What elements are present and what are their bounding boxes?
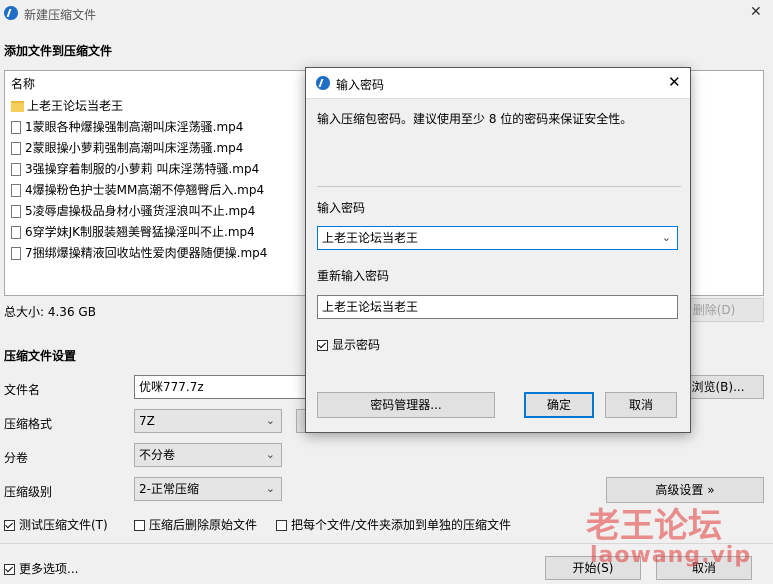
format-select-value: 7Z <box>139 414 155 428</box>
show-password-label: 显示密码 <box>332 338 381 352</box>
list-item[interactable]: 3强操穿着制服的小萝莉 叫床淫荡特骚.mp4 <box>11 159 259 179</box>
list-item-label: 3强操穿着制服的小萝莉 叫床淫荡特骚.mp4 <box>25 162 260 176</box>
file-icon <box>11 163 21 176</box>
list-item-label: 7捆绑爆操精液回收站性爱肉便器随便操.mp4 <box>25 246 268 260</box>
password-manager-button[interactable]: 密码管理器... <box>317 392 495 418</box>
file-icon <box>11 142 21 155</box>
list-item-label: 上老王论坛当老王 <box>27 99 124 113</box>
ok-button[interactable]: 确定 <box>524 392 594 418</box>
list-item[interactable]: 2蒙眼操小萝莉强制高潮叫床淫荡骚.mp4 <box>11 138 243 158</box>
more-options[interactable]: 更多选项... <box>4 560 78 577</box>
watermark-url: laowang.vip <box>590 543 752 568</box>
level-select-value: 2-正常压缩 <box>139 482 199 496</box>
filename-input[interactable]: 优咪777.7z <box>134 375 306 399</box>
divider <box>317 186 681 187</box>
delete-after-label: 压缩后删除原始文件 <box>149 518 258 532</box>
dialog-cancel-button[interactable]: 取消 <box>605 392 677 418</box>
password-dialog: 输入密码 ✕ 输入压缩包密码。建议使用至少 8 位的密码来保证安全性。 输入密码… <box>305 67 691 433</box>
app-logo-icon <box>4 6 18 20</box>
separate-archives-option[interactable]: 把每个文件/文件夹添加到单独的压缩文件 <box>276 516 511 533</box>
file-icon <box>11 205 21 218</box>
reenter-password-input[interactable]: 上老王论坛当老王 <box>317 295 678 319</box>
password-label: 输入密码 <box>317 201 366 215</box>
watermark-text: 老王论坛 <box>586 506 722 546</box>
separate-archives-label: 把每个文件/文件夹添加到单独的压缩文件 <box>291 518 512 532</box>
list-item[interactable]: 6穿学妹JK制服装翘美臀猛操淫叫不止.mp4 <box>11 222 255 242</box>
list-item[interactable]: 4爆操粉色护士装MM高潮不停翘臀后入.mp4 <box>11 180 264 200</box>
add-files-section-title: 添加文件到压缩文件 <box>4 44 113 58</box>
checkbox-checked-icon[interactable] <box>4 520 15 531</box>
filename-label: 文件名 <box>4 383 41 397</box>
file-icon <box>11 184 21 197</box>
dialog-title: 输入密码 <box>336 78 385 92</box>
settings-section-title: 压缩文件设置 <box>4 349 77 363</box>
checkbox-checked-icon[interactable] <box>4 564 15 575</box>
list-item[interactable]: 5凌辱虐操极品身材小骚货淫浪叫不止.mp4 <box>11 201 255 221</box>
checkbox-icon[interactable] <box>134 520 145 531</box>
password-input-value: 上老王论坛当老王 <box>322 231 419 245</box>
name-column-header[interactable]: 名称 <box>11 75 35 92</box>
level-select[interactable]: 2-正常压缩 ⌄ <box>134 477 282 501</box>
level-label: 压缩级别 <box>4 485 53 499</box>
volume-select[interactable]: 不分卷 ⌄ <box>134 443 282 467</box>
show-password-option[interactable]: 显示密码 <box>317 336 380 353</box>
chevron-down-icon: ⌄ <box>265 414 275 427</box>
checkbox-icon[interactable] <box>276 520 287 531</box>
list-item-label: 2蒙眼操小萝莉强制高潮叫床淫荡骚.mp4 <box>25 141 244 155</box>
dialog-title-bar: 输入密码 ✕ <box>306 68 690 99</box>
password-input[interactable]: 上老王论坛当老王 ⌄ <box>317 226 678 250</box>
title-bar: 新建压缩文件 ✕ <box>0 0 773 28</box>
volume-label: 分卷 <box>4 451 29 465</box>
chevron-down-icon: ⌄ <box>265 448 275 461</box>
file-icon <box>11 247 21 260</box>
list-item[interactable]: 7捆绑爆操精液回收站性爱肉便器随便操.mp4 <box>11 243 267 263</box>
list-item-label: 6穿学妹JK制服装翘美臀猛操淫叫不止.mp4 <box>25 225 255 239</box>
chevron-down-icon[interactable]: ⌄ <box>662 227 671 249</box>
delete-after-option[interactable]: 压缩后删除原始文件 <box>134 516 257 533</box>
total-size: 总大小: 4.36 GB <box>4 305 96 319</box>
list-item-label: 1蒙眼各种爆操强制高潮叫床淫荡骚.mp4 <box>25 120 244 134</box>
volume-select-value: 不分卷 <box>139 448 176 462</box>
reenter-password-label: 重新输入密码 <box>317 269 390 283</box>
more-options-label: 更多选项... <box>19 562 79 576</box>
chevron-down-icon: ⌄ <box>265 482 275 495</box>
window-close-icon[interactable]: ✕ <box>750 4 762 20</box>
list-item-folder[interactable]: 上老王论坛当老王 <box>11 96 123 116</box>
test-archive-option[interactable]: 测试压缩文件(T) <box>4 516 108 533</box>
list-item[interactable]: 1蒙眼各种爆操强制高潮叫床淫荡骚.mp4 <box>11 117 243 137</box>
list-item-label: 4爆操粉色护士装MM高潮不停翘臀后入.mp4 <box>25 183 265 197</box>
format-label: 压缩格式 <box>4 417 53 431</box>
dialog-hint: 输入压缩包密码。建议使用至少 8 位的密码来保证安全性。 <box>317 112 633 126</box>
dialog-close-icon[interactable]: ✕ <box>668 73 681 91</box>
file-icon <box>11 226 21 239</box>
folder-icon <box>11 101 24 112</box>
format-select[interactable]: 7Z ⌄ <box>134 409 282 433</box>
file-icon <box>11 121 21 134</box>
app-logo-icon <box>316 76 330 90</box>
checkbox-checked-icon[interactable] <box>317 340 328 351</box>
window-title: 新建压缩文件 <box>24 8 97 22</box>
list-item-label: 5凌辱虐操极品身材小骚货淫浪叫不止.mp4 <box>25 204 256 218</box>
test-archive-label: 测试压缩文件(T) <box>19 518 108 532</box>
